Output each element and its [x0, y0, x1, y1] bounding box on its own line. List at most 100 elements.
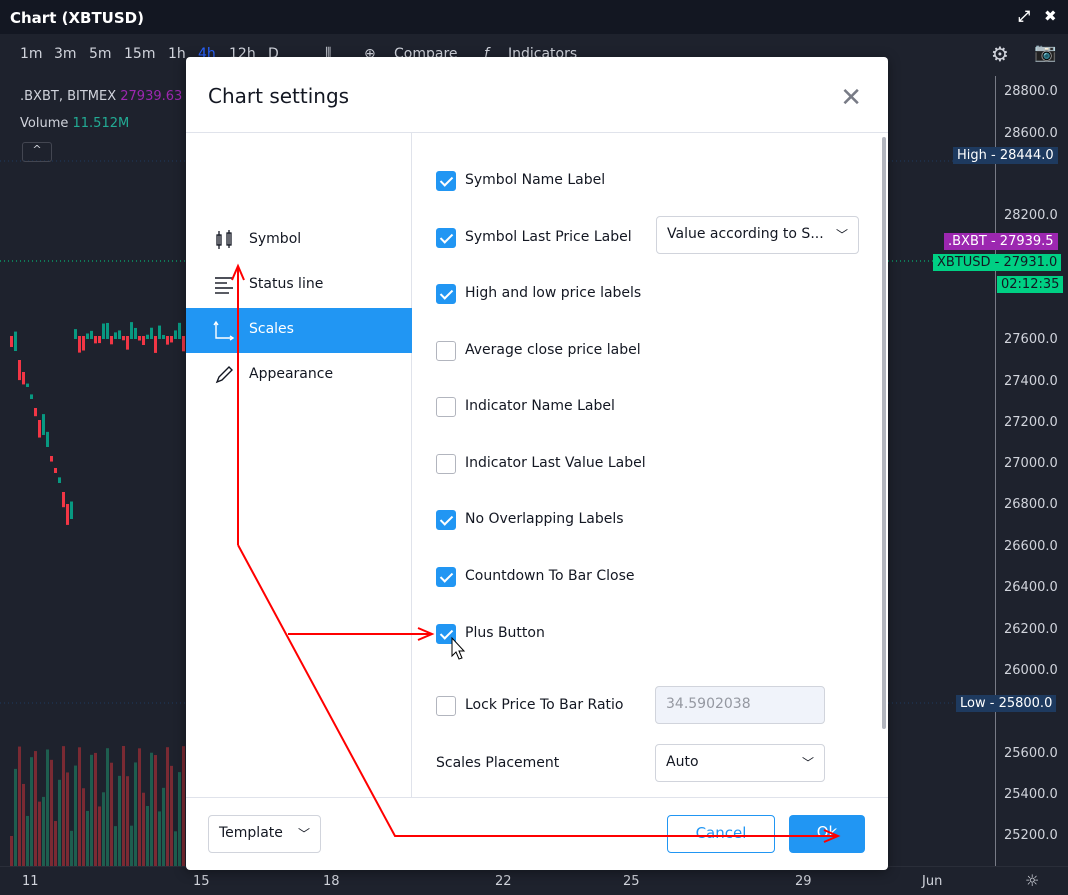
candle [54, 468, 57, 473]
chevron-down-icon: ﹀ [297, 827, 310, 841]
volume-bar [122, 746, 125, 866]
volume-bar [130, 825, 133, 866]
candle [38, 420, 41, 438]
candle [182, 336, 185, 352]
price-axis[interactable]: 28800.0 28600.0 28200.0 27600.0 27400.0 27200… [995, 76, 1068, 866]
settings-icon[interactable]: ⚙ [991, 42, 1009, 66]
candle [114, 332, 117, 339]
time-tick: 15 [193, 874, 210, 889]
low-label-value: 25800.0 [998, 696, 1053, 711]
interval-3m[interactable]: 3m [54, 46, 77, 62]
sidebar-item-appearance[interactable]: Appearance [186, 353, 412, 398]
maximize-icon[interactable]: ⤢ [1018, 7, 1030, 25]
scrollbar[interactable] [882, 137, 886, 729]
time-tick: 29 [795, 874, 812, 889]
time-tick: Jun [922, 874, 943, 889]
ok-button[interactable]: Ok [789, 815, 865, 853]
candle [102, 323, 105, 339]
candle [130, 322, 133, 339]
candle [10, 336, 13, 347]
volume-bar [46, 749, 49, 866]
sidebar-item-label: Appearance [249, 366, 334, 382]
template-button[interactable]: Template ﹀ [208, 815, 321, 853]
time-tick: 11 [22, 874, 39, 889]
interval-1m[interactable]: 1m [20, 46, 43, 62]
sidebar-item-label: Symbol [249, 231, 302, 247]
option-label: Plus Button [465, 625, 545, 641]
volume-bar [134, 762, 137, 866]
volume-bar [102, 792, 105, 866]
cancel-button[interactable]: Cancel [667, 815, 775, 853]
collapse-legend-button[interactable]: ^ [22, 142, 52, 162]
option-checkbox[interactable] [436, 228, 456, 248]
interval-5m[interactable]: 5m [89, 46, 112, 62]
sidebar-item-status-line[interactable]: Status line [186, 263, 412, 308]
price-tick: 27400.0 [1004, 374, 1058, 389]
option-label: High and low price labels [465, 285, 642, 301]
candle [162, 334, 165, 339]
close-window-icon[interactable]: ✖ [1044, 7, 1057, 25]
option-checkbox[interactable] [436, 397, 456, 417]
volume-bar [58, 779, 61, 866]
candle [62, 492, 65, 508]
axis-settings-icon[interactable]: ☼ [1025, 871, 1039, 890]
candle [142, 336, 145, 345]
candle [74, 329, 77, 339]
candle [170, 336, 173, 343]
price-tick: 26400.0 [1004, 580, 1058, 595]
volume-bar [10, 836, 13, 866]
option-checkbox[interactable] [436, 696, 456, 716]
sidebar-item-symbol[interactable]: Symbol [186, 218, 412, 263]
candle [82, 336, 85, 351]
volume-bar [74, 765, 77, 866]
volume-bar [118, 775, 121, 866]
option-checkbox[interactable] [436, 454, 456, 474]
scales-placement-label: Scales Placement [436, 755, 560, 771]
last-price-label-select[interactable]: Value according to S... ﹀ [656, 216, 859, 254]
time-tick: 18 [323, 874, 340, 889]
option-checkbox[interactable] [436, 341, 456, 361]
volume-bar [42, 796, 45, 866]
price-bar-ratio-input[interactable]: 34.5902038 [655, 686, 825, 724]
candle [22, 372, 25, 385]
scales-placement-select[interactable]: Auto ﹀ [655, 744, 825, 782]
price-tick: 25400.0 [1004, 787, 1058, 802]
interval-1h[interactable]: 1h [168, 46, 186, 62]
xbtusd-label: XBTUSD - 27931.0 [933, 254, 1062, 271]
volume-bar [114, 826, 117, 866]
volume-bar [22, 783, 25, 866]
volume-bar [174, 831, 177, 866]
option-checkbox[interactable] [436, 624, 456, 644]
candle [70, 501, 73, 519]
option-checkbox[interactable] [436, 567, 456, 587]
option-label: Average close price label [465, 342, 641, 358]
option-label: Indicator Last Value Label [465, 455, 646, 471]
price-tick: 28800.0 [1004, 84, 1058, 99]
candle [146, 334, 149, 339]
volume-bar [154, 755, 157, 866]
price-tick: 28200.0 [1004, 208, 1058, 223]
volume-bar [50, 759, 53, 866]
candle [110, 336, 113, 345]
chevron-down-icon: ﹀ [835, 228, 848, 242]
volume-bar [142, 792, 145, 866]
volume-legend: Volume 11.512M [20, 116, 129, 131]
time-axis[interactable]: 11 15 18 22 25 29 Jun ☼ [0, 866, 1068, 895]
candle [118, 330, 121, 339]
xbtusd-label-text: XBTUSD [937, 255, 991, 270]
volume-bar [90, 754, 93, 866]
candle [30, 394, 33, 399]
option-checkbox[interactable] [436, 510, 456, 530]
volume-bar [14, 768, 17, 866]
price-tick: 27200.0 [1004, 415, 1058, 430]
option-checkbox[interactable] [436, 284, 456, 304]
option-checkbox[interactable] [436, 171, 456, 191]
close-icon[interactable]: ✕ [840, 83, 862, 113]
camera-icon[interactable]: 📷 [1034, 42, 1056, 63]
settings-sidebar: Symbol Status line Scales Appearance [186, 133, 412, 797]
price-tick: 26200.0 [1004, 622, 1058, 637]
candle [166, 336, 169, 345]
interval-15m[interactable]: 15m [124, 46, 155, 62]
sidebar-item-scales[interactable]: Scales [186, 308, 412, 353]
template-label: Template [219, 825, 283, 841]
